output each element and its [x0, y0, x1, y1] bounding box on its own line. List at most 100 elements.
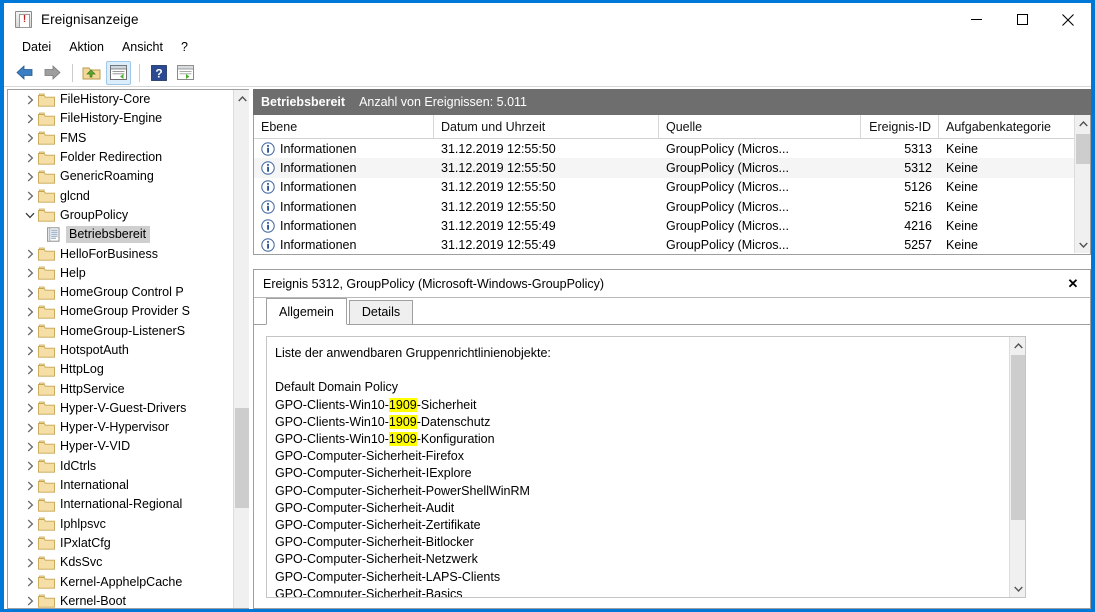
tree-item-helloforbusiness[interactable]: HelloForBusiness: [8, 244, 233, 263]
show-action-pane-icon[interactable]: [173, 61, 198, 85]
event-row[interactable]: Informationen 31.12.2019 12:55:50 GroupPol…: [254, 197, 1090, 216]
chevron-right-icon[interactable]: [22, 307, 38, 317]
detail-scroll-thumb[interactable]: [1011, 355, 1025, 520]
tree-item-fms[interactable]: FMS: [8, 129, 233, 148]
event-list-scrollbar[interactable]: [1074, 115, 1090, 253]
event-row[interactable]: Informationen 31.12.2019 12:55:49 GroupPol…: [254, 235, 1090, 254]
detail-scroll-down-button[interactable]: [1010, 580, 1025, 597]
tree-scrollbar[interactable]: [233, 90, 249, 608]
chevron-right-icon[interactable]: [22, 365, 38, 375]
chevron-right-icon[interactable]: [22, 268, 38, 278]
menu-hilfe[interactable]: ?: [172, 38, 197, 57]
tree-item-betriebsbereit[interactable]: Betriebsbereit: [8, 225, 233, 244]
chevron-right-icon[interactable]: [22, 288, 38, 298]
folder-icon: [38, 459, 55, 473]
chevron-right-icon[interactable]: [22, 249, 38, 259]
tree-item-kernel-apphelpcache[interactable]: Kernel-ApphelpCache: [8, 572, 233, 591]
event-level-cell: Informationen: [254, 238, 434, 252]
chevron-right-icon[interactable]: [22, 519, 38, 529]
forward-arrow-icon[interactable]: [39, 61, 64, 85]
chevron-right-icon[interactable]: [22, 461, 38, 471]
chevron-right-icon[interactable]: [22, 153, 38, 163]
tree-item-hyper-v-hypervisor[interactable]: Hyper-V-Hypervisor: [8, 418, 233, 437]
information-icon: [261, 219, 275, 233]
tab-allgemein[interactable]: Allgemein: [266, 298, 347, 325]
chevron-right-icon[interactable]: [22, 191, 38, 201]
tree-item-hyper-v-guest-drivers[interactable]: Hyper-V-Guest-Drivers: [8, 399, 233, 418]
minimize-button[interactable]: [953, 3, 999, 36]
tree-item-grouppolicy[interactable]: GroupPolicy: [8, 206, 233, 225]
tree-item-iphlpsvc[interactable]: Iphlpsvc: [8, 515, 233, 534]
search-highlight: 1909: [388, 432, 417, 447]
chevron-down-icon[interactable]: [22, 212, 38, 219]
tree-item-homegroup-listeners[interactable]: HomeGroup-ListenerS: [8, 322, 233, 341]
tree-item-homegroup-provider-s[interactable]: HomeGroup Provider S: [8, 302, 233, 321]
event-level-cell: Informationen: [254, 200, 434, 214]
event-row[interactable]: Informationen 31.12.2019 12:55:49 GroupPol…: [254, 216, 1090, 235]
detail-scrollbar[interactable]: [1009, 337, 1025, 597]
detail-close-icon[interactable]: ✕: [1062, 273, 1084, 295]
chevron-right-icon[interactable]: [22, 596, 38, 606]
column-header-ebene[interactable]: Ebene: [254, 115, 434, 138]
column-header-ereignis-id[interactable]: Ereignis-ID: [861, 115, 939, 138]
chevron-right-icon[interactable]: [22, 95, 38, 105]
tree-item-international[interactable]: International: [8, 476, 233, 495]
chevron-right-icon[interactable]: [22, 481, 38, 491]
tree-item-help[interactable]: Help: [8, 264, 233, 283]
chevron-right-icon[interactable]: [22, 172, 38, 182]
chevron-right-icon[interactable]: [22, 423, 38, 433]
navigation-tree[interactable]: FileHistory-Core FileHistory-Engine FMS Fol…: [8, 90, 233, 608]
maximize-button[interactable]: [999, 3, 1045, 36]
tab-details[interactable]: Details: [348, 300, 414, 324]
event-row[interactable]: Informationen 31.12.2019 12:55:50 GroupPol…: [254, 158, 1090, 178]
tree-item-httplog[interactable]: HttpLog: [8, 360, 233, 379]
chevron-right-icon[interactable]: [22, 114, 38, 124]
column-header-quelle[interactable]: Quelle: [659, 115, 861, 138]
tree-item-filehistory-engine[interactable]: FileHistory-Engine: [8, 109, 233, 128]
chevron-right-icon[interactable]: [22, 500, 38, 510]
tree-item-international-regional[interactable]: International-Regional: [8, 495, 233, 514]
show-hide-tree-icon[interactable]: [79, 61, 104, 85]
chevron-right-icon[interactable]: [22, 558, 38, 568]
chevron-right-icon[interactable]: [22, 538, 38, 548]
tree-item-glcnd[interactable]: glcnd: [8, 186, 233, 205]
close-button[interactable]: [1045, 3, 1091, 36]
tree-item-kdssvc[interactable]: KdsSvc: [8, 553, 233, 572]
help-icon[interactable]: ?: [146, 61, 171, 85]
column-header-datum-und-uhrzeit[interactable]: Datum und Uhrzeit: [434, 115, 659, 138]
tree-item-hyper-v-vid[interactable]: Hyper-V-VID: [8, 437, 233, 456]
tree-item-hotspotauth[interactable]: HotspotAuth: [8, 341, 233, 360]
chevron-right-icon[interactable]: [22, 442, 38, 452]
event-list-scroll-up-button[interactable]: [1075, 115, 1090, 132]
chevron-right-icon[interactable]: [22, 403, 38, 413]
tree-item-folder-redirection[interactable]: Folder Redirection: [8, 148, 233, 167]
chevron-right-icon[interactable]: [22, 346, 38, 356]
event-id-cell: 5216: [904, 199, 932, 214]
chevron-right-icon[interactable]: [22, 133, 38, 143]
menu-ansicht[interactable]: Ansicht: [113, 38, 172, 57]
tree-scroll-up-button[interactable]: [234, 90, 249, 107]
properties-icon[interactable]: [106, 60, 131, 85]
tree-item-kernel-boot[interactable]: Kernel-Boot: [8, 592, 233, 608]
folder-icon: [38, 189, 55, 203]
back-arrow-icon[interactable]: [12, 61, 37, 85]
menu-datei[interactable]: Datei: [13, 38, 60, 57]
chevron-right-icon[interactable]: [22, 326, 38, 336]
menu-aktion[interactable]: Aktion: [60, 38, 113, 57]
tree-item-filehistory-core[interactable]: FileHistory-Core: [8, 90, 233, 109]
event-row[interactable]: Informationen 31.12.2019 12:55:50 GroupPol…: [254, 139, 1090, 158]
tree-item-httpservice[interactable]: HttpService: [8, 379, 233, 398]
tree-item-genericroaming[interactable]: GenericRoaming: [8, 167, 233, 186]
event-list-scroll-down-button[interactable]: [1075, 236, 1090, 253]
chevron-right-icon[interactable]: [22, 577, 38, 587]
tree-item-homegroup-control-p[interactable]: HomeGroup Control P: [8, 283, 233, 302]
tree-item-idctrls[interactable]: IdCtrls: [8, 457, 233, 476]
tree-item-ipxlatcfg[interactable]: IPxlatCfg: [8, 534, 233, 553]
chevron-right-icon[interactable]: [22, 384, 38, 394]
event-list-scroll-thumb[interactable]: [1076, 134, 1090, 164]
detail-scroll-up-button[interactable]: [1010, 337, 1025, 354]
column-header-aufgabenkategorie[interactable]: Aufgabenkategorie: [939, 115, 1076, 138]
tree-scroll-thumb[interactable]: [235, 408, 249, 508]
event-row[interactable]: Informationen 31.12.2019 12:55:50 GroupPol…: [254, 178, 1090, 197]
event-list-body[interactable]: Informationen 31.12.2019 12:55:50 GroupPol…: [254, 139, 1090, 254]
